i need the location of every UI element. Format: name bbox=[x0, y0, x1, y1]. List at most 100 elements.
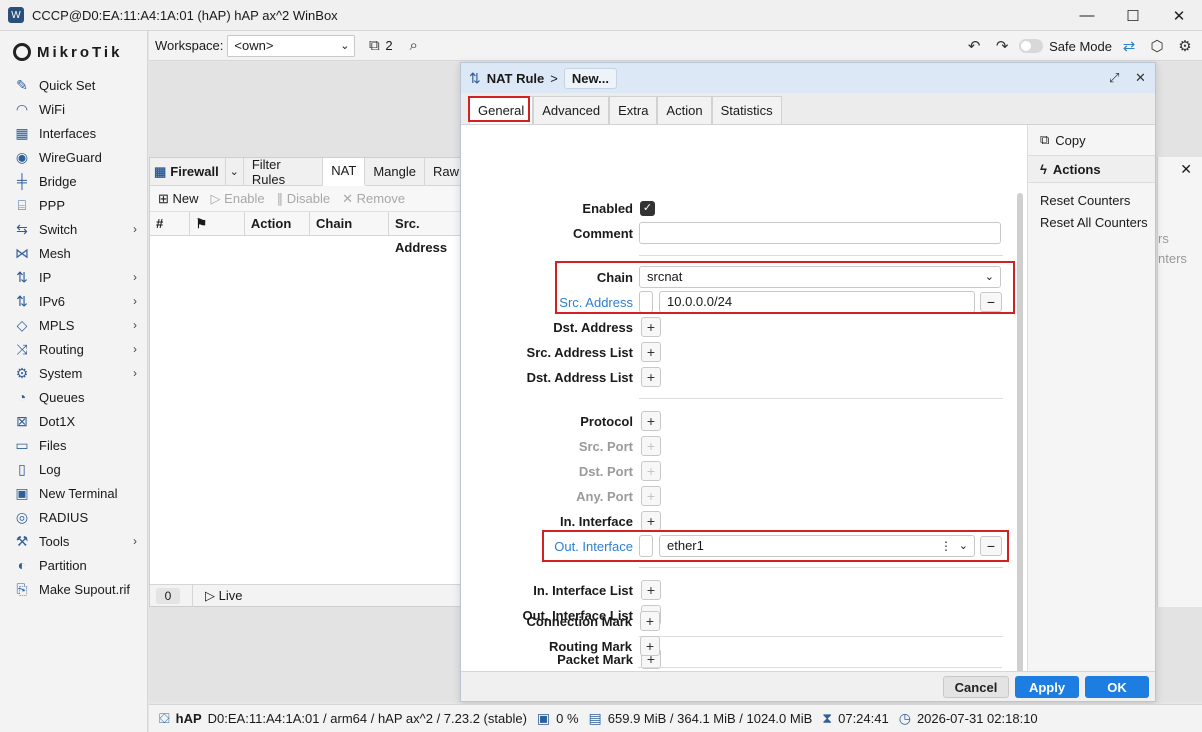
sidebar-item-files[interactable]: ▭ Files bbox=[0, 433, 147, 457]
sidebar-item-mpls[interactable]: ◇ MPLS › bbox=[0, 313, 147, 337]
sidebar-item-bridge[interactable]: ╪ Bridge bbox=[0, 169, 147, 193]
sidebar-item-queues[interactable]: ◔ Queues bbox=[0, 385, 147, 409]
hourglass-icon: ⧗ bbox=[822, 710, 833, 726]
settings-gear-icon[interactable]: ⚙ bbox=[1174, 35, 1196, 57]
src-address-list-add-button[interactable]: + bbox=[641, 342, 661, 362]
tab-mangle[interactable]: Mangle bbox=[365, 157, 425, 186]
sidebar-item-routing[interactable]: ⤨ Routing › bbox=[0, 337, 147, 361]
out-interface-list-add-button[interactable]: + bbox=[641, 605, 661, 625]
protocol-add-button[interactable]: + bbox=[641, 411, 661, 431]
status-bar: ⛋ hAP D0:EA:11:A4:1A:01 / arm64 / hAP ax… bbox=[149, 704, 1202, 732]
reset-counters-button[interactable]: Reset Counters bbox=[1028, 189, 1155, 211]
form-scrollbar[interactable] bbox=[1017, 193, 1023, 673]
undo-icon[interactable]: ↶ bbox=[963, 35, 985, 57]
comment-input[interactable] bbox=[639, 222, 1001, 244]
sidebar-item-radius[interactable]: ◎ RADIUS bbox=[0, 505, 147, 529]
copy-label: Copy bbox=[1055, 132, 1086, 148]
routing-icon: ⤨ bbox=[16, 340, 28, 357]
enabled-checkbox[interactable]: ✓ bbox=[640, 200, 655, 216]
dst-address-add-button[interactable]: + bbox=[641, 317, 661, 337]
dialog-title: NAT Rule bbox=[486, 70, 545, 86]
sidebar-item-mesh[interactable]: ⋈ Mesh bbox=[0, 241, 147, 265]
play-icon: ▷ bbox=[205, 587, 215, 603]
in-interface-add-button[interactable]: + bbox=[641, 511, 661, 531]
sidebar-item-system[interactable]: ⚙ System › bbox=[0, 361, 147, 385]
sidebar-item-partition[interactable]: ◐ Partition bbox=[0, 553, 147, 577]
dialog-close-icon[interactable]: ✕ bbox=[1135, 70, 1146, 86]
packet-mark-row: Packet Mark + bbox=[461, 647, 1027, 671]
windows-icon[interactable]: ⧉ bbox=[363, 35, 385, 57]
close-button[interactable]: ✕ bbox=[1156, 0, 1202, 31]
copy-button[interactable]: ⧉ Copy bbox=[1028, 129, 1155, 151]
col-chain[interactable]: Chain bbox=[310, 211, 390, 236]
cancel-button[interactable]: Cancel bbox=[943, 676, 1009, 698]
firewall-menu-dropdown[interactable]: ⌄ bbox=[224, 157, 244, 186]
tab-filter-rules[interactable]: Filter Rules bbox=[244, 157, 324, 187]
chevron-right-icon: › bbox=[133, 342, 137, 356]
tab-nat[interactable]: NAT bbox=[323, 157, 366, 186]
sidebar-item-label: Tools bbox=[39, 533, 70, 549]
remove-button[interactable]: ✕ Remove bbox=[342, 191, 405, 207]
tab-statistics[interactable]: Statistics bbox=[711, 96, 782, 124]
chevron-right-icon: › bbox=[133, 294, 137, 308]
new-icon: ⊞ bbox=[158, 190, 169, 206]
col-action[interactable]: Action bbox=[245, 211, 311, 236]
sidebar-item-quick-set[interactable]: ✎ Quick Set bbox=[0, 73, 147, 97]
in-interface-list-add-button[interactable]: + bbox=[641, 580, 661, 600]
packet-mark-add-button[interactable]: + bbox=[641, 649, 661, 669]
any-port-add-button[interactable]: + bbox=[641, 486, 661, 506]
sidebar-item-new-terminal[interactable]: ▣ New Terminal bbox=[0, 481, 147, 505]
search-icon[interactable]: ⌕ bbox=[403, 35, 425, 57]
ok-button[interactable]: OK bbox=[1085, 676, 1149, 698]
expand-icon[interactable]: ⤢ bbox=[1109, 70, 1119, 86]
live-button[interactable]: ▷ Live bbox=[192, 584, 242, 607]
sidebar-item-ppp[interactable]: ⌸ PPP bbox=[0, 193, 147, 217]
wand-icon: ✎ bbox=[16, 76, 28, 93]
src-port-add-button[interactable]: + bbox=[641, 436, 661, 456]
sidebar-item-wifi[interactable]: ◠ WiFi bbox=[0, 97, 147, 121]
sidebar-item-log[interactable]: ▯ Log bbox=[0, 457, 147, 481]
disable-button[interactable]: ∥ Disable bbox=[277, 191, 330, 207]
sidebar-item-interfaces[interactable]: ▦ Interfaces bbox=[0, 121, 147, 145]
lightning-icon: ϟ bbox=[1040, 161, 1047, 177]
dot1x-icon: ⊠ bbox=[16, 412, 28, 429]
tab-advanced[interactable]: Advanced bbox=[533, 96, 610, 124]
apply-button[interactable]: Apply bbox=[1015, 676, 1079, 698]
sidebar-item-make-supout-rif[interactable]: ⎘ Make Supout.rif bbox=[0, 577, 147, 601]
col-flag[interactable]: ⚑ bbox=[190, 211, 245, 236]
general-form: Enabled ✓ Comment Chain srcnat ⌄ Src. Ad… bbox=[461, 125, 1027, 673]
queues-icon: ◔ bbox=[17, 389, 27, 405]
in-interface-list-row: In. Interface List + bbox=[461, 578, 1027, 602]
sidebar-item-ipv6[interactable]: ⇅ IPv6 › bbox=[0, 289, 147, 313]
pause-icon: ∥ bbox=[276, 190, 284, 206]
dst-address-list-label: Dst. Address List bbox=[526, 369, 633, 385]
dst-port-row: Dst. Port + bbox=[461, 459, 1027, 483]
new-button[interactable]: ⊞ New bbox=[158, 191, 199, 207]
safe-mode-toggle[interactable] bbox=[1019, 39, 1044, 53]
maximize-button[interactable]: ☐ bbox=[1110, 0, 1156, 31]
reset-all-counters-button[interactable]: Reset All Counters bbox=[1028, 211, 1155, 233]
sidebar-item-label: WiFi bbox=[39, 101, 65, 117]
minimize-button[interactable]: — bbox=[1064, 0, 1110, 31]
sidebar-item-wireguard[interactable]: ◉ WireGuard bbox=[0, 145, 147, 169]
sidebar-item-dot1x[interactable]: ⊠ Dot1X bbox=[0, 409, 147, 433]
sidebar-item-switch[interactable]: ⇆ Switch › bbox=[0, 217, 147, 241]
workspace-select[interactable]: <own> ⌄ bbox=[227, 34, 356, 57]
col-src-address[interactable]: Src. Address bbox=[389, 212, 468, 255]
enable-button[interactable]: ▷ Enable bbox=[211, 191, 265, 207]
sidebar-item-ip[interactable]: ⇅ IP › bbox=[0, 265, 147, 289]
tab-action[interactable]: Action bbox=[657, 96, 712, 124]
close-icon[interactable]: ✕ bbox=[1180, 161, 1192, 178]
package-icon[interactable]: ⬡ bbox=[1146, 35, 1168, 57]
terminal-icon: ▣ bbox=[15, 484, 29, 501]
sidebar-item-label: Make Supout.rif bbox=[39, 581, 131, 597]
redo-icon[interactable]: ↷ bbox=[991, 35, 1013, 57]
nat-icon: ⇅ bbox=[469, 69, 481, 86]
sidebar-item-tools[interactable]: ⚒ Tools › bbox=[0, 529, 147, 553]
dst-address-list-add-button[interactable]: + bbox=[641, 367, 661, 387]
actions-panel: ⧉ Copy ϟ Actions Reset Counters Reset Al… bbox=[1027, 125, 1155, 673]
dst-port-add-button[interactable]: + bbox=[641, 461, 661, 481]
tab-extra[interactable]: Extra bbox=[609, 96, 658, 124]
connection-icon[interactable]: ⇄ bbox=[1118, 35, 1140, 57]
col-number[interactable]: # bbox=[150, 211, 190, 236]
